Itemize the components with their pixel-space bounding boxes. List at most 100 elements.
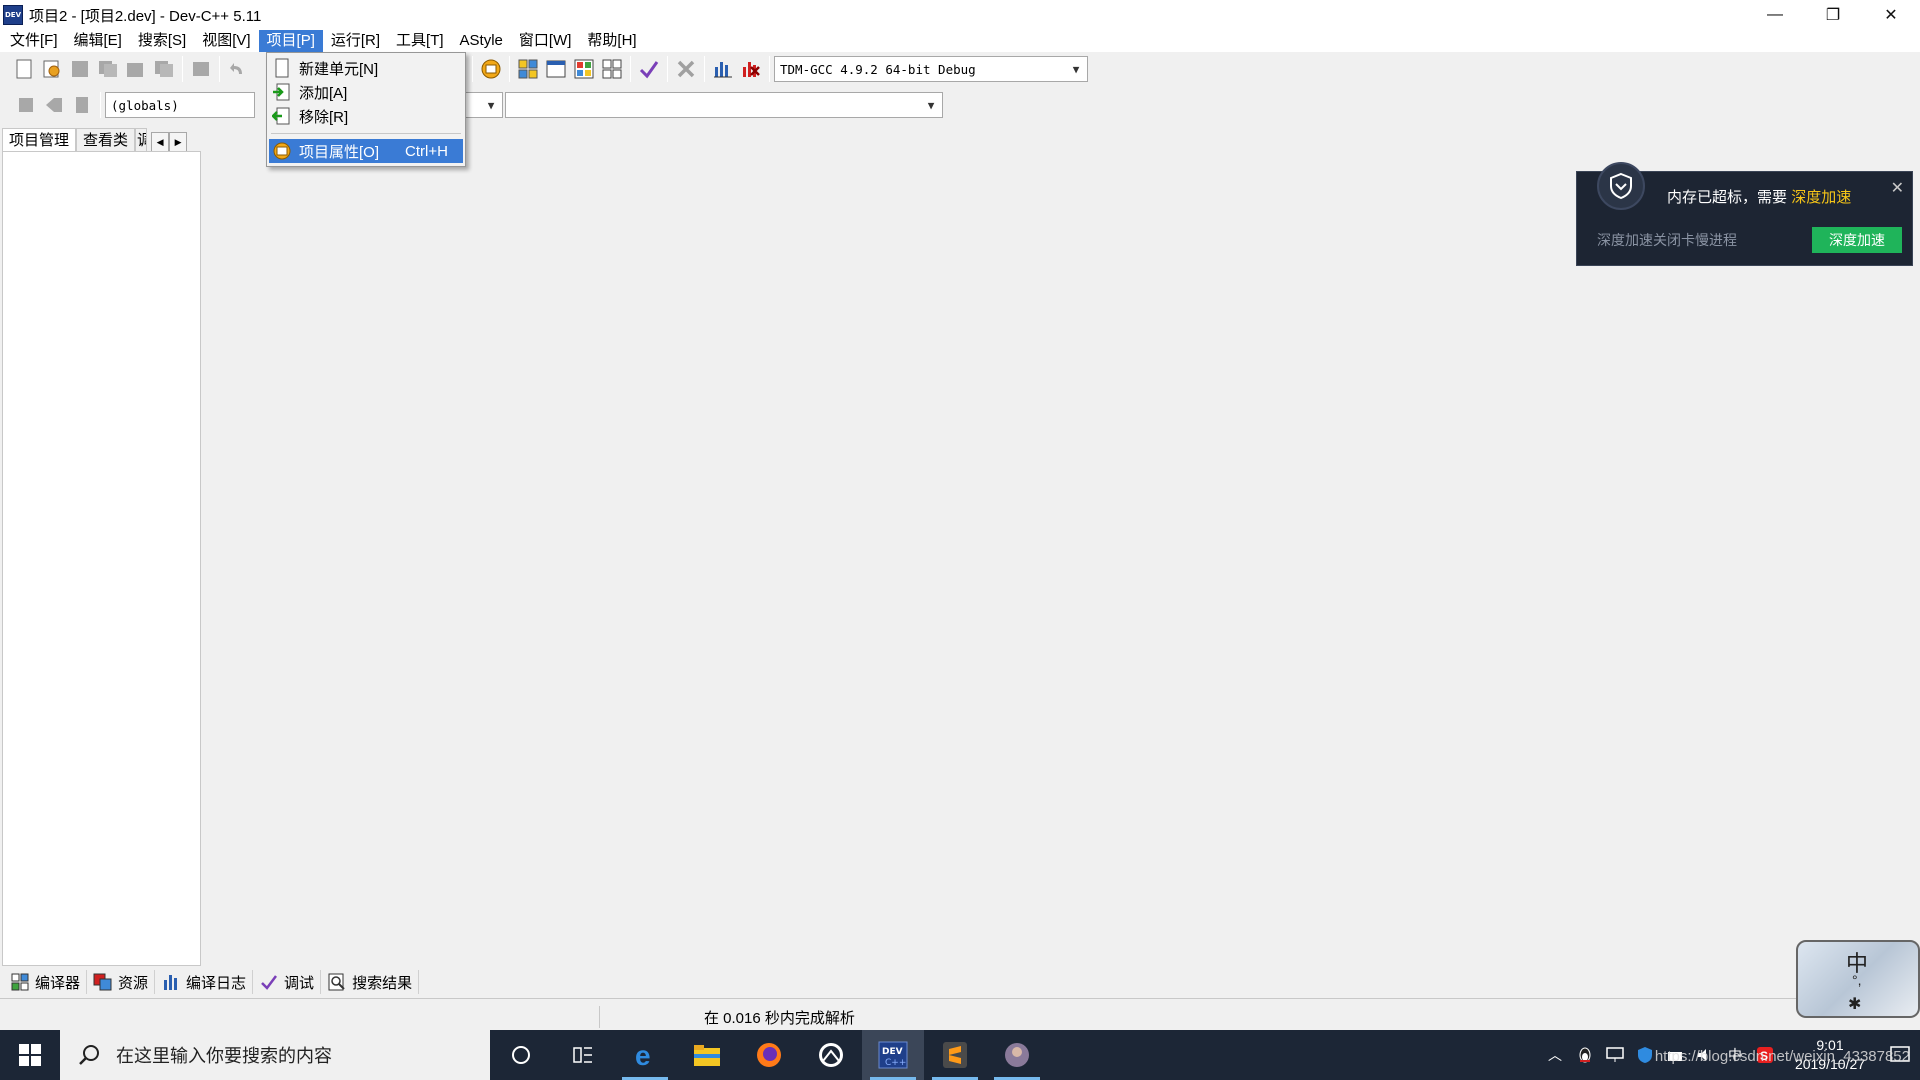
print-icon[interactable] <box>188 56 214 82</box>
status-message: 在 0.016 秒内完成解析 <box>704 1009 855 1027</box>
menu-item-project-options[interactable]: 项目属性[O] Ctrl+H <box>269 139 463 163</box>
status-bar: 在 0.016 秒内完成解析 <box>0 1005 1920 1029</box>
tab-search-results-label: 搜索结果 <box>352 974 413 992</box>
project-options-icon <box>271 140 293 162</box>
menu-item-shortcut: Ctrl+H <box>405 142 448 160</box>
tab-resources[interactable]: 资源 <box>87 970 156 994</box>
deep-accelerate-button[interactable]: 深度加速 <box>1812 227 1902 253</box>
restore-button[interactable]: ❐ <box>1804 0 1862 30</box>
menu-item-add[interactable]: 添加[A] <box>269 80 463 104</box>
sublime-text-icon[interactable] <box>924 1030 986 1080</box>
output-tabs: 编译器 资源 编译日志 调试 搜索结果 <box>4 969 420 995</box>
steam-like-app-icon[interactable] <box>800 1030 862 1080</box>
new-file-icon[interactable] <box>11 56 37 82</box>
notification-subtitle: 深度加速关闭卡慢进程 <box>1597 232 1737 248</box>
menu-help[interactable]: 帮助[H] <box>579 30 644 52</box>
member-select-2[interactable]: ▼ <box>505 92 943 118</box>
menu-edit[interactable]: 编辑[E] <box>66 30 130 52</box>
delete-profile-icon[interactable] <box>738 56 764 82</box>
user-avatar-app-icon[interactable] <box>986 1030 1048 1080</box>
menu-item-label: 添加[A] <box>299 84 348 102</box>
notification-close-icon[interactable]: ✕ <box>1891 178 1904 198</box>
tab-compile-log[interactable]: 编译日志 <box>155 970 254 994</box>
devcpp-taskbar-icon[interactable]: DEV C++ <box>862 1030 924 1080</box>
menu-project[interactable]: 项目[P] <box>258 30 323 52</box>
menu-search[interactable]: 搜索[S] <box>130 30 194 52</box>
cortana-icon[interactable] <box>490 1030 552 1080</box>
search-icon <box>74 1044 104 1066</box>
tab-debug-partial[interactable]: 调 <box>135 128 148 152</box>
minimize-button[interactable]: — <box>1746 0 1804 30</box>
tab-class-browser[interactable]: 查看类 <box>76 128 136 152</box>
title-bar: DEV 项目2 - [项目2.dev] - Dev-C++ 5.11 — ❐ ✕ <box>0 0 1920 30</box>
compile-icon[interactable] <box>515 56 541 82</box>
status-segment <box>0 1006 600 1028</box>
close-all-icon[interactable] <box>151 56 177 82</box>
save-icon[interactable] <box>67 56 93 82</box>
qq-penguin-icon[interactable] <box>1570 1030 1600 1080</box>
insert-icon[interactable] <box>13 92 39 118</box>
menu-view[interactable]: 视图[V] <box>194 30 258 52</box>
close-button[interactable]: ✕ <box>1862 0 1920 30</box>
tab-compiler-label: 编译器 <box>35 974 81 992</box>
toolbar-separator <box>769 56 770 82</box>
toolbar-separator <box>472 56 473 82</box>
notification-title: 内存已超标，需要 深度加速 <box>1667 186 1851 207</box>
run-icon[interactable] <box>543 56 569 82</box>
menu-file[interactable]: 文件[F] <box>2 30 66 52</box>
menu-run[interactable]: 运行[R] <box>323 30 388 52</box>
chevron-down-icon: ▼ <box>1072 62 1080 76</box>
syntax-check-icon[interactable] <box>636 56 662 82</box>
save-all-icon[interactable] <box>95 56 121 82</box>
network-icon[interactable] <box>1600 1030 1630 1080</box>
notification-title-highlight[interactable]: 深度加速 <box>1791 189 1851 206</box>
menu-separator <box>271 133 461 134</box>
divider <box>0 998 1920 999</box>
windows-start-icon[interactable] <box>0 1030 60 1080</box>
compile-run-icon[interactable] <box>571 56 597 82</box>
menu-item-new-unit[interactable]: 新建单元[N] <box>269 56 463 80</box>
taskbar-search[interactable]: 在这里输入你要搜索的内容 <box>60 1030 490 1080</box>
stop-execution-icon[interactable] <box>673 56 699 82</box>
goto-bookmark-icon[interactable] <box>69 92 95 118</box>
devcpp-app-icon[interactable]: DEV <box>3 5 23 25</box>
add-to-project-icon <box>271 81 293 103</box>
scroll-right-icon[interactable]: ▶ <box>169 132 188 152</box>
edge-icon[interactable]: e <box>614 1030 676 1080</box>
taskbar-search-placeholder: 在这里输入你要搜索的内容 <box>116 1046 332 1066</box>
tab-search-results[interactable]: 搜索结果 <box>321 970 420 994</box>
window-title: 项目2 - [项目2.dev] - Dev-C++ 5.11 <box>29 7 262 25</box>
menu-item-remove[interactable]: 移除[R] <box>269 104 463 128</box>
undo-icon[interactable] <box>225 56 251 82</box>
ime-widget[interactable]: 中 °, ✱ <box>1796 940 1920 1018</box>
menu-item-label: 移除[R] <box>299 108 349 126</box>
project-tree-panel[interactable] <box>2 151 201 966</box>
toolbar-separator <box>219 56 220 82</box>
scope-select[interactable]: (globals) <box>105 92 255 118</box>
toggle-bookmark-icon[interactable] <box>41 92 67 118</box>
compiler-select[interactable]: TDM-GCC 4.9.2 64-bit Debug ▼ <box>774 56 1088 82</box>
tab-project-manager[interactable]: 项目管理 <box>2 128 77 152</box>
show-hidden-icons-chevron-icon[interactable]: ︿ <box>1540 1030 1570 1080</box>
menu-window[interactable]: 窗口[W] <box>511 30 580 52</box>
ime-punct[interactable]: °, <box>1852 972 1862 988</box>
left-panel-tabs: 项目管理 查看类 调 ◀ ▶ <box>2 126 188 152</box>
close-file-icon[interactable] <box>123 56 149 82</box>
tab-compiler[interactable]: 编译器 <box>4 970 88 994</box>
taskbar: 在这里输入你要搜索的内容 e DEV C++ ︿ 中 S 9:01 2019/10… <box>0 1030 1920 1080</box>
profile-chart-icon[interactable] <box>710 56 736 82</box>
menu-tools[interactable]: 工具[T] <box>388 30 452 52</box>
toolbar-separator <box>509 56 510 82</box>
file-explorer-icon[interactable] <box>676 1030 738 1080</box>
menu-astyle[interactable]: AStyle <box>452 30 511 52</box>
rebuild-all-icon[interactable] <box>599 56 625 82</box>
butterfly-icon[interactable]: ✱ <box>1848 994 1861 1014</box>
task-view-icon[interactable] <box>552 1030 614 1080</box>
firefox-icon[interactable] <box>738 1030 800 1080</box>
debug-icon <box>259 972 279 992</box>
project-options-icon[interactable] <box>478 56 504 82</box>
scroll-left-icon[interactable]: ◀ <box>151 132 170 152</box>
tab-debug[interactable]: 调试 <box>253 970 322 994</box>
open-file-icon[interactable] <box>39 56 65 82</box>
project-menu-dropdown: 新建单元[N] 添加[A] 移除[R] 项目属性[O] Ctrl+H <box>266 52 466 167</box>
